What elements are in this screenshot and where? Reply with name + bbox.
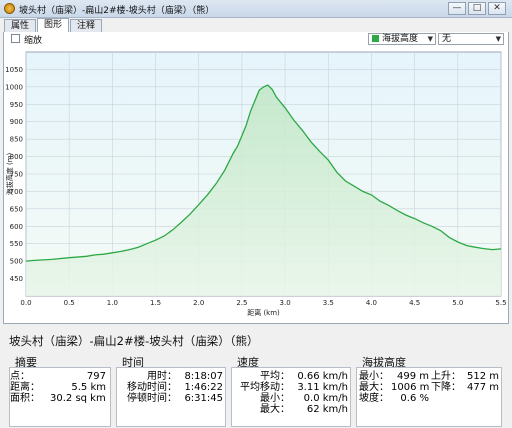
- speed-label: 最小：: [260, 393, 290, 404]
- elevation-value: 512 m: [466, 371, 499, 382]
- speed-value: 0.0 km/h: [303, 393, 348, 404]
- time-label: 移动时间：: [127, 382, 177, 393]
- second-series-select-value: 无: [442, 34, 452, 44]
- x-tick-label: 5.0: [452, 299, 463, 307]
- x-tick-label: 0.0: [20, 299, 31, 307]
- x-tick-label: 0.5: [64, 299, 75, 307]
- elevation-label: 下降：: [431, 382, 461, 393]
- time-value: 1:46:22: [184, 382, 223, 393]
- x-tick-label: 1.5: [150, 299, 161, 307]
- summary-value: 30.2 sq km: [50, 393, 106, 404]
- speed-value: 62 km/h: [306, 404, 348, 415]
- y-axis-label: 海拔高度 (m): [5, 152, 14, 195]
- speed-value: 0.66 km/h: [297, 371, 348, 382]
- summary-box: 点： 797 距离： 5.5 km 面积： 30.2 sq km: [9, 367, 111, 427]
- elevation-value: 0.6 %: [400, 393, 429, 404]
- y-tick-label: 500: [10, 258, 23, 266]
- elevation-value: 477 m: [466, 382, 499, 393]
- maximize-button[interactable]: □: [468, 2, 486, 15]
- elevation-value: 499 m: [396, 371, 429, 382]
- speed-label: 最大：: [260, 404, 290, 415]
- time-value: 8:18:07: [184, 371, 223, 382]
- time-box: 用时： 8:18:07 移动时间： 1:46:22 停顿时间： 6:31:45: [116, 367, 226, 427]
- app-icon: [4, 3, 15, 14]
- tab-notes[interactable]: 注释: [70, 19, 103, 32]
- speed-label: 平均移动：: [240, 382, 290, 393]
- tab-properties[interactable]: 属性: [4, 19, 37, 32]
- y-tick-label: 1000: [5, 83, 23, 91]
- x-axis-label: 距离 (km): [247, 308, 280, 317]
- elevation-value: 1006 m: [391, 382, 430, 393]
- speed-box: 平均： 0.66 km/h 平均移动： 3.11 km/h 最小： 0.0 km…: [231, 367, 351, 427]
- y-tick-label: 650: [10, 205, 23, 213]
- zoom-label: 缩放: [24, 36, 43, 46]
- summary-label: 面积：: [10, 393, 40, 404]
- series-color-swatch: [372, 35, 379, 42]
- x-tick-label: 3.0: [280, 299, 291, 307]
- x-tick-label: 1.0: [107, 299, 118, 307]
- elevation-label: 上升：: [431, 371, 461, 382]
- summary-value: 5.5 km: [71, 382, 106, 393]
- close-button[interactable]: ✕: [488, 2, 506, 15]
- chevron-down-icon: ▼: [495, 35, 501, 43]
- title-bar: 坡头村（庙梁）-扁山2#楼-坡头村（庙梁）（熊） — □ ✕: [0, 0, 512, 18]
- zoom-checkbox[interactable]: [11, 34, 20, 43]
- elevation-label: 最小：: [359, 371, 389, 382]
- tab-strip: 属性 图形 注释: [4, 18, 103, 32]
- y-tick-label: 450: [10, 275, 23, 283]
- y-tick-label: 900: [10, 118, 23, 126]
- x-tick-label: 2.5: [236, 299, 247, 307]
- y-tick-label: 1050: [5, 66, 23, 74]
- time-label: 停顿时间：: [127, 393, 177, 404]
- route-title: 坡头村（庙梁）-扁山2#楼-坡头村（庙梁）（熊）: [9, 334, 259, 348]
- x-tick-label: 5.5: [495, 299, 506, 307]
- series-select-value: 海拔高度: [382, 34, 419, 44]
- x-tick-label: 2.0: [193, 299, 204, 307]
- summary-label: 点：: [10, 371, 30, 382]
- series-select[interactable]: 海拔高度 ▼: [368, 33, 436, 45]
- chart-panel: 450 500 550 600 650 700 750 800 850 900 950 1000 105…: [3, 46, 509, 324]
- window-title: 坡头村（庙梁）-扁山2#楼-坡头村（庙梁）（熊）: [19, 6, 215, 16]
- second-series-select[interactable]: 无 ▼: [438, 33, 504, 45]
- y-tick-label: 550: [10, 240, 23, 248]
- elevation-label: 坡度：: [359, 393, 389, 404]
- x-tick-label: 4.5: [409, 299, 420, 307]
- y-tick-label: 950: [10, 101, 23, 109]
- elevation-chart[interactable]: 4505005506006507007508008509009501000105…: [4, 46, 508, 322]
- x-tick-label: 3.5: [323, 299, 334, 307]
- y-tick-label: 600: [10, 223, 23, 231]
- summary-value: 797: [86, 371, 106, 382]
- graph-toolbar: 缩放 海拔高度 ▼ 无 ▼: [3, 32, 509, 46]
- speed-value: 3.11 km/h: [297, 382, 348, 393]
- x-tick-label: 4.0: [366, 299, 377, 307]
- tab-graph[interactable]: 图形: [37, 18, 70, 32]
- elevation-box: 最小： 499 m 最大： 1006 m 坡度： 0.6 % 上升： 512 m…: [356, 367, 502, 427]
- minimize-button[interactable]: —: [448, 2, 466, 15]
- y-tick-label: 850: [10, 136, 23, 144]
- chevron-down-icon: ▼: [427, 35, 433, 43]
- time-value: 6:31:45: [184, 393, 223, 404]
- time-label: 用时：: [147, 371, 177, 382]
- summary-label: 距离：: [10, 382, 40, 393]
- elevation-label: 最大：: [359, 382, 389, 393]
- speed-label: 平均：: [260, 371, 290, 382]
- window-controls: — □ ✕: [446, 2, 506, 15]
